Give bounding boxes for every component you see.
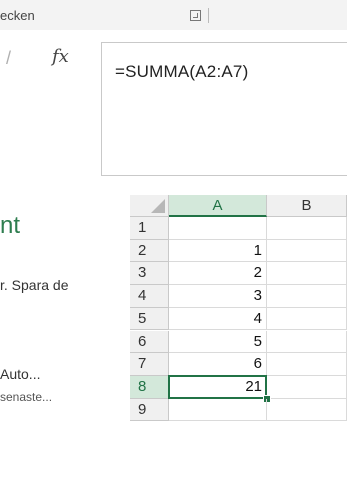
cell-a9[interactable]: [169, 398, 267, 422]
row-header-1[interactable]: 1: [130, 217, 169, 240]
panel-recent-label: senaste...: [0, 390, 53, 404]
row-header-2[interactable]: 2: [130, 239, 169, 263]
formula-text[interactable]: =SUMMA(A2:A7): [115, 62, 248, 82]
cell-b6[interactable]: [267, 330, 347, 354]
row-header-4[interactable]: 4: [130, 285, 169, 308]
row-header-7[interactable]: 7: [130, 353, 169, 376]
insert-function-icon[interactable]: fx: [52, 46, 69, 67]
cell-b3[interactable]: [267, 262, 347, 286]
column-header-a[interactable]: A: [169, 195, 267, 217]
cell-a4[interactable]: 3: [169, 285, 267, 308]
cell-b1[interactable]: [267, 217, 347, 240]
select-all-corner[interactable]: [130, 195, 169, 217]
column-header-b[interactable]: B: [267, 195, 347, 217]
cell-b2[interactable]: [267, 239, 347, 263]
ribbon-separator: [208, 8, 209, 23]
cell-a2[interactable]: 1: [169, 239, 267, 263]
cell-a5[interactable]: 4: [169, 307, 267, 331]
cell-a3[interactable]: 2: [169, 262, 267, 286]
cell-b9[interactable]: [267, 398, 347, 422]
formula-enter-icon[interactable]: /: [6, 48, 11, 69]
ribbon-group-label: ecken: [0, 8, 35, 23]
cell-b7[interactable]: [267, 353, 347, 376]
panel-title: nt: [0, 212, 21, 239]
cell-a8[interactable]: 21: [169, 375, 267, 399]
cell-a1[interactable]: [169, 217, 267, 240]
cell-a6[interactable]: 5: [169, 330, 267, 354]
row-header-3[interactable]: 3: [130, 262, 169, 286]
panel-text-line: r. Spara de: [0, 277, 69, 293]
panel-autosave-label[interactable]: Auto...: [0, 366, 40, 382]
select-all-triangle-icon: [151, 199, 165, 213]
dialog-launcher-icon[interactable]: [190, 10, 201, 21]
ribbon: [0, 0, 347, 31]
cell-a7[interactable]: 6: [169, 353, 267, 376]
row-header-8[interactable]: 8: [130, 375, 169, 399]
row-header-5[interactable]: 5: [130, 307, 169, 331]
cell-b4[interactable]: [267, 285, 347, 308]
cell-b8[interactable]: [267, 375, 347, 399]
cell-b5[interactable]: [267, 307, 347, 331]
row-header-9[interactable]: 9: [130, 398, 169, 422]
row-header-6[interactable]: 6: [130, 330, 169, 354]
